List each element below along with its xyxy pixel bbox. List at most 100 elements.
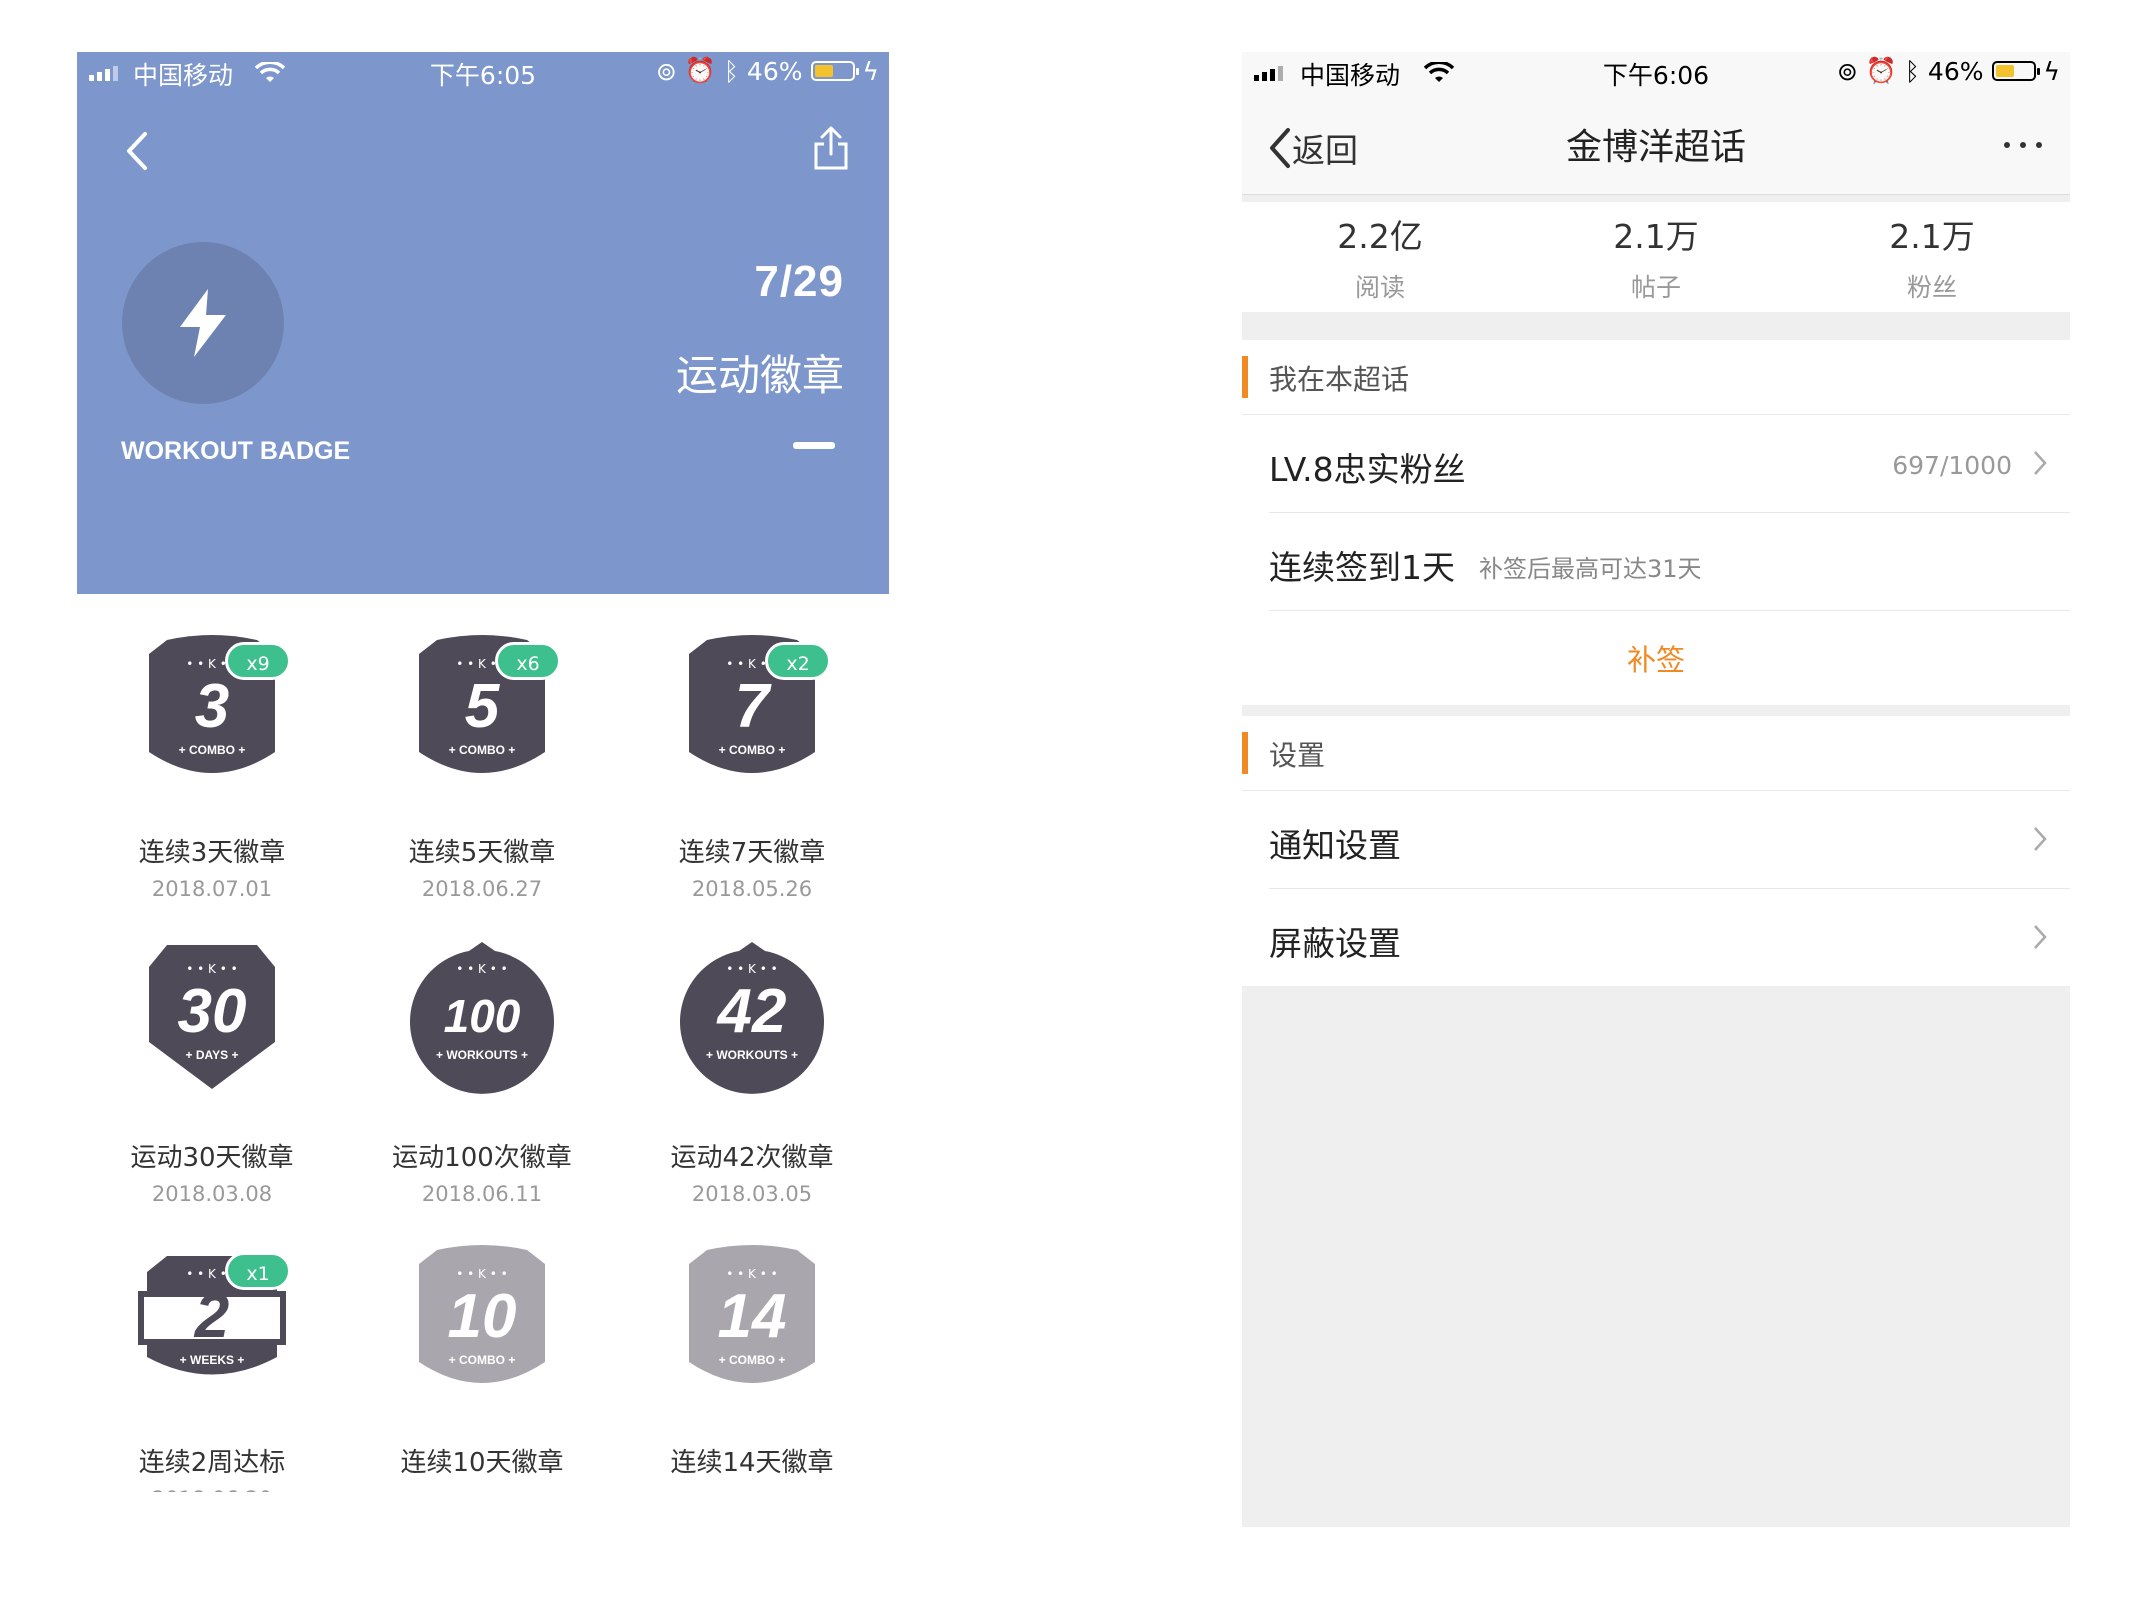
alarm-icon: ⏰	[684, 56, 716, 85]
chevron-right-icon	[2034, 925, 2047, 949]
lightning-icon	[180, 289, 226, 357]
checkin-hint: 补签后最高可达31天	[1479, 555, 1702, 583]
badge-unit: + COMBO +	[179, 743, 246, 757]
badge-item[interactable]: • • K • • 42 + WORKOUTS + 运动42次徽章 2018.03.05	[617, 937, 887, 1242]
badge-name: 连续5天徽章	[408, 838, 556, 868]
badge-item[interactable]: • • K • • 14 + COMBO + 连续14天徽章	[617, 1242, 887, 1492]
status-bar: 中国移动 下午6:05 ⊚ ⏰ ᛒ 46% ϟ	[77, 52, 889, 96]
checkin-row: 连续签到1天 补签后最高可达31天	[1269, 513, 2070, 611]
badge-stars: • • K • •	[186, 962, 237, 976]
charging-icon: ϟ	[862, 56, 880, 86]
more-icon[interactable]	[2004, 142, 2042, 148]
me-in-topic-section: 我在本超话 LV.8忠实粉丝 697/1000 连续签到1天 补签后最高可达31…	[1242, 340, 2070, 705]
badge-item[interactable]: • • K • • 30 + DAYS + 运动30天徽章 2018.03.08	[77, 937, 347, 1242]
badge-name: 运动100次徽章	[392, 1143, 572, 1173]
settings-section: 设置 通知设置 屏蔽设置	[1242, 716, 2070, 986]
workout-badge-screen: 中国移动 下午6:05 ⊚ ⏰ ᛒ 46% ϟ WORKOUT BADGE 7/…	[77, 52, 889, 1492]
badge-count-pill: x2	[765, 642, 831, 680]
badge-item[interactable]: • • K • • 5 + COMBO + x6 连续5天徽章 2018.06.27	[347, 632, 617, 937]
badge-unit: + COMBO +	[449, 743, 516, 757]
badge-name: 连续14天徽章	[670, 1448, 834, 1478]
badge-stars: • • K • •	[726, 1267, 777, 1281]
rotation-lock-icon: ⊚	[1836, 56, 1858, 86]
share-icon[interactable]	[811, 122, 851, 174]
topic-stats: 2.2亿 阅读 2.1万 帖子 2.1万 粉丝	[1242, 202, 2070, 312]
page-title: 金博洋超话	[1565, 127, 1746, 168]
badge-emblem-icon: • • K • •10 + COMBO +	[419, 1245, 545, 1383]
badge-count-pill: x6	[495, 642, 561, 680]
badge-unit: + COMBO +	[719, 1353, 786, 1367]
rotation-lock-icon: ⊚	[655, 56, 677, 86]
checkin-streak: 连续签到1天	[1269, 548, 1455, 587]
badge-date: 2018.03.08	[151, 1182, 273, 1206]
badge-count-pill: x1	[225, 1252, 291, 1290]
badge-name: 连续10天徽章	[400, 1448, 564, 1478]
badge-item[interactable]: • • K • • 100 + WORKOUTS + 运动100次徽章 2018.06.…	[347, 937, 617, 1242]
section-title: 设置	[1269, 739, 1326, 772]
badge-unit: + WORKOUTS +	[706, 1048, 798, 1062]
badge-unit: + COMBO +	[719, 743, 786, 757]
badge-unit: + WEEKS +	[180, 1353, 245, 1367]
badge-count: 7/29	[754, 257, 844, 306]
stat-posts: 2.1万 帖子	[1613, 217, 1699, 302]
charging-icon: ϟ	[2043, 56, 2061, 86]
badge-header: 中国移动 下午6:05 ⊚ ⏰ ᛒ 46% ϟ WORKOUT BADGE 7/…	[77, 52, 889, 594]
badge-date: 2018.05.26	[691, 877, 813, 901]
badge-unit: + DAYS +	[186, 1048, 239, 1062]
badge-item[interactable]: • • K • • 7 + COMBO + x2 连续7天徽章 2018.05.26	[617, 632, 887, 937]
badge-count-pill: x9	[225, 642, 291, 680]
bluetooth-icon: ᛒ	[1904, 56, 1920, 86]
badge-name: 连续7天徽章	[678, 838, 826, 868]
section-title: 我在本超话	[1269, 363, 1410, 396]
badge-number: 10	[448, 1282, 517, 1351]
badge-stars: • • K • •	[726, 962, 777, 976]
chevron-right-icon	[2034, 451, 2047, 475]
notification-settings-row[interactable]: 通知设置	[1269, 791, 2070, 889]
badge-name: 连续2周达标	[138, 1448, 286, 1478]
makeup-checkin-button[interactable]: 补签	[1242, 611, 2070, 705]
badge-date: 2018.06.20	[77, 1487, 347, 1492]
block-settings-row[interactable]: 屏蔽设置	[1269, 889, 2070, 986]
fan-level: LV.8忠实粉丝	[1269, 450, 1466, 489]
badge-stars: • • K • •	[456, 1267, 507, 1281]
badge-name: 运动30天徽章	[130, 1143, 294, 1173]
collapse-dash[interactable]	[793, 442, 835, 449]
battery-percent: 46%	[1927, 56, 1984, 86]
stat-reads: 2.2亿 阅读	[1337, 217, 1423, 302]
badge-unit: + COMBO +	[449, 1353, 516, 1367]
chevron-right-icon	[2034, 827, 2047, 851]
badge-emblem-icon: • • K • •42 + WORKOUTS +	[680, 942, 824, 1094]
badge-emblem-icon: • • K • •30 + DAYS +	[149, 945, 275, 1089]
navigation-bar: 返回 金博洋超话	[1242, 96, 2070, 195]
badge-name: 连续3天徽章	[138, 838, 286, 868]
badge-date: 2018.06.27	[421, 877, 543, 901]
badge-number: 14	[718, 1282, 787, 1351]
section-accent-bar	[1242, 732, 1248, 774]
battery-percent: 46%	[746, 56, 803, 86]
badge-emblem-icon: • • K • • 100 + WORKOUTS +	[410, 942, 554, 1094]
badge-chinese-title: 运动徽章	[675, 351, 844, 400]
section-header: 设置	[1242, 716, 2070, 791]
alarm-icon: ⏰	[1865, 56, 1897, 85]
fan-level-row[interactable]: LV.8忠实粉丝 697/1000	[1269, 415, 2070, 513]
badge-date: 2018.03.05	[691, 1182, 813, 1206]
badge-date: 2018.06.11	[421, 1182, 543, 1206]
badge-date: 2018.07.01	[151, 877, 273, 901]
badge-item[interactable]: • • K • • 3 + COMBO + x9 连续3天徽章 2018.07.01	[77, 632, 347, 937]
badge-emblem-icon: • • K • •14 + COMBO +	[689, 1245, 815, 1383]
badge-item[interactable]: • • K • • 10 + COMBO + 连续10天徽章	[347, 1242, 617, 1492]
badge-number: 30	[178, 977, 247, 1046]
stat-fans: 2.1万 粉丝	[1889, 217, 1975, 302]
badge-unit: + WORKOUTS +	[436, 1048, 528, 1062]
badge-stars: • • K • •	[456, 962, 507, 976]
bluetooth-icon: ᛒ	[723, 56, 739, 86]
level-progress: 697/1000	[1892, 451, 2012, 480]
badge-item[interactable]: • • K • •2+ WEEKS +x1连续2周达标2018.06.20	[77, 1242, 347, 1492]
badge-english-title: WORKOUT BADGE	[121, 437, 351, 465]
badge-number: 7	[735, 672, 772, 741]
badge-number: 42	[716, 977, 787, 1046]
back-chevron-icon[interactable]	[117, 126, 157, 176]
badge-number: 2	[194, 1282, 229, 1351]
section-accent-bar	[1242, 356, 1248, 398]
badge-number: 3	[195, 672, 229, 741]
